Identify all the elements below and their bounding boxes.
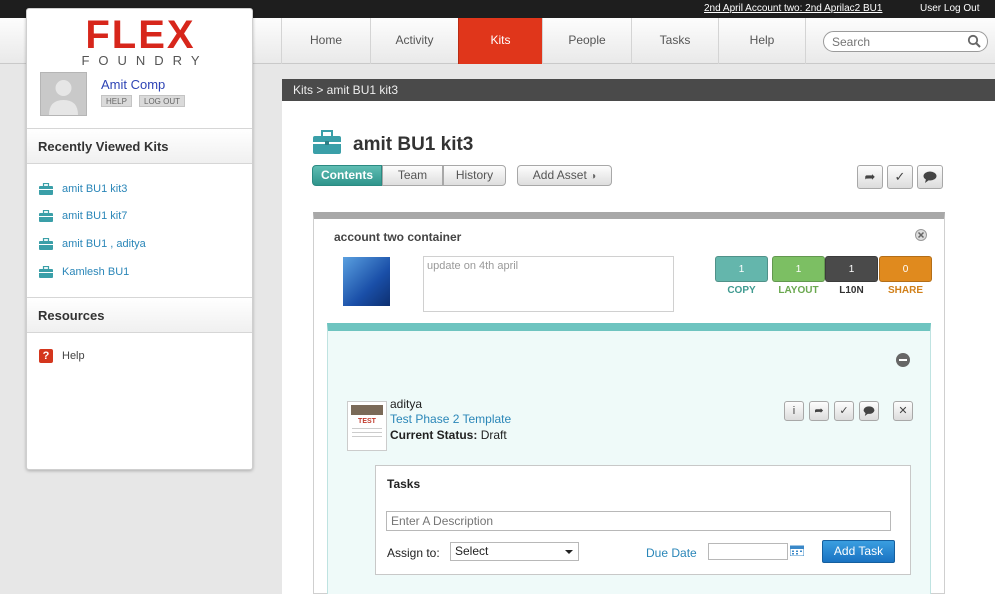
- nav-kits[interactable]: Kits: [458, 18, 542, 64]
- page-title: amit BU1 kit3: [353, 134, 474, 155]
- tab-team[interactable]: Team: [382, 165, 443, 186]
- account-link[interactable]: 2nd April Account two: 2nd Aprilac2 BU1: [704, 3, 882, 14]
- container-title: account two container: [334, 230, 462, 244]
- recent-kit-label: Kamlesh BU1: [62, 266, 130, 278]
- avatar[interactable]: [40, 72, 87, 116]
- kit-briefcase-icon: [313, 130, 341, 154]
- l10n-label: L10N: [839, 285, 864, 296]
- tasks-panel: Tasks Assign to: Select Due Date Add Tas…: [375, 465, 911, 575]
- tab-contents[interactable]: Contents: [312, 165, 382, 186]
- help-label: Help: [62, 350, 85, 362]
- search-icon[interactable]: [967, 34, 981, 51]
- nav-activity[interactable]: Activity: [370, 18, 458, 64]
- share-count-value: 0: [902, 264, 909, 275]
- tasks-heading: Tasks: [387, 477, 421, 491]
- status-label: Current Status:: [390, 428, 478, 442]
- user-name[interactable]: Amit Comp: [101, 77, 165, 92]
- info-button[interactable]: i: [784, 401, 804, 421]
- checkmark-icon: ✓: [894, 169, 906, 184]
- help-icon: ?: [39, 349, 53, 363]
- logo-foundry: FOUNDRY: [81, 53, 209, 68]
- sidebar: FLEX FOUNDRY Amit Comp HELP LOG OUT Rece…: [26, 8, 253, 470]
- user-silhouette-icon: [49, 80, 78, 115]
- asset-approve-button[interactable]: ✓: [834, 401, 854, 421]
- l10n-count[interactable]: 1: [825, 256, 878, 282]
- container-notes[interactable]: update on 4th april: [423, 256, 674, 312]
- share-label: SHARE: [887, 285, 923, 296]
- user-logout-button[interactable]: LOG OUT: [139, 95, 186, 107]
- asset-status: Current Status: Draft: [390, 428, 507, 442]
- briefcase-icon: [39, 238, 53, 250]
- speech-bubble-icon: [923, 171, 937, 183]
- nav-help[interactable]: Help: [718, 18, 806, 64]
- due-date-input[interactable]: [708, 543, 788, 560]
- briefcase-icon: [39, 183, 53, 195]
- info-icon: i: [792, 405, 796, 417]
- share-button[interactable]: ➦: [857, 165, 883, 189]
- asset-container: account two container update on 4th apri…: [313, 212, 945, 594]
- nav-people[interactable]: People: [542, 18, 631, 64]
- l10n-count-value: 1: [848, 264, 855, 275]
- calendar-icon[interactable]: [790, 545, 804, 556]
- approve-button[interactable]: ✓: [887, 165, 913, 189]
- logo-flex: FLEX: [85, 13, 196, 57]
- add-asset-label: Add Asset: [532, 168, 587, 182]
- share-arrow-icon: ➦: [814, 405, 824, 417]
- add-task-button[interactable]: Add Task: [822, 540, 895, 563]
- chevron-down-icon: [565, 550, 573, 554]
- assign-to-label: Assign to:: [387, 546, 440, 560]
- user-help-button[interactable]: HELP: [101, 95, 132, 107]
- recent-kit-label: amit BU1 kit7: [62, 210, 128, 222]
- close-x-icon: ✕: [898, 405, 908, 417]
- layout-label: LAYOUT: [778, 285, 819, 296]
- collapse-icon[interactable]: [896, 353, 910, 367]
- asset-panel: TEST aditya Test Phase 2 Template Curren…: [327, 323, 931, 594]
- share-arrow-icon: ➦: [864, 169, 876, 184]
- search-input[interactable]: [832, 34, 962, 49]
- asset-share-button[interactable]: ➦: [809, 401, 829, 421]
- asset-owner: aditya: [390, 397, 423, 411]
- comment-button[interactable]: [917, 165, 943, 189]
- copy-label: COPY: [727, 285, 756, 296]
- speech-bubble-icon: [863, 406, 875, 416]
- task-description-input[interactable]: [386, 511, 891, 531]
- layout-count[interactable]: 1: [772, 256, 825, 282]
- layout-count-value: 1: [795, 264, 802, 275]
- resources-heading: Resources: [27, 297, 252, 333]
- share-count[interactable]: 0: [879, 256, 932, 282]
- briefcase-icon: [39, 210, 53, 222]
- nav-home[interactable]: Home: [281, 18, 370, 64]
- user-logout-link[interactable]: User Log Out: [920, 3, 979, 14]
- copy-count[interactable]: 1: [715, 256, 768, 282]
- recent-kit-label: amit BU1 , aditya: [62, 238, 146, 250]
- tab-history[interactable]: History: [443, 165, 506, 186]
- thumb-text: TEST: [358, 418, 376, 425]
- asset-thumbnail[interactable]: TEST: [347, 401, 387, 451]
- recent-kits-heading: Recently Viewed Kits: [27, 128, 252, 164]
- search-box[interactable]: [823, 31, 988, 52]
- main-content: amit BU1 kit3 Contents Team History Add …: [282, 101, 995, 594]
- assign-to-select[interactable]: Select: [450, 542, 579, 561]
- add-circle-icon: ◑: [590, 171, 597, 182]
- asset-template-link[interactable]: Test Phase 2 Template: [390, 412, 511, 426]
- container-thumbnail[interactable]: [343, 257, 390, 306]
- flex-foundry-logo[interactable]: FLEX FOUNDRY: [53, 15, 228, 73]
- status-value: Draft: [480, 428, 507, 442]
- checkmark-icon: ✓: [839, 405, 849, 417]
- asset-delete-button[interactable]: ✕: [893, 401, 913, 421]
- asset-comment-button[interactable]: [859, 401, 879, 421]
- recent-kit-label: amit BU1 kit3: [62, 183, 128, 195]
- close-icon[interactable]: [915, 229, 927, 241]
- briefcase-icon: [39, 266, 53, 278]
- copy-count-value: 1: [738, 264, 745, 275]
- assign-selected-value: Select: [455, 544, 489, 558]
- due-date-label: Due Date: [646, 546, 697, 560]
- nav-tasks[interactable]: Tasks: [631, 18, 718, 64]
- add-asset-button[interactable]: Add Asset ◑: [517, 165, 612, 186]
- breadcrumb[interactable]: Kits > amit BU1 kit3: [282, 79, 995, 101]
